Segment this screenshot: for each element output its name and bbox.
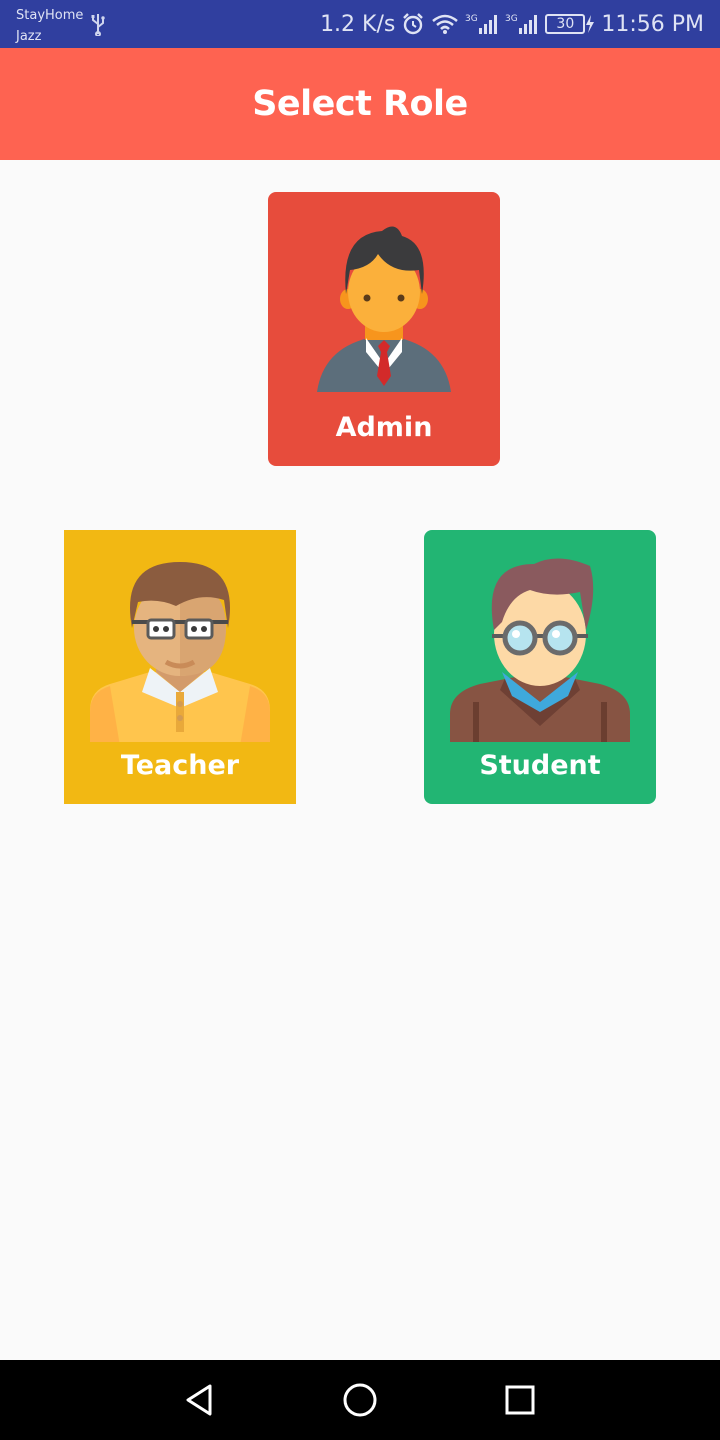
app-bar: Select Role [0,48,720,160]
signal-icon: 3G [505,14,538,34]
student-avatar-icon [450,558,630,742]
role-card-student[interactable]: Student [424,530,656,804]
back-icon[interactable] [180,1380,220,1420]
role-label-teacher: Teacher [120,750,240,781]
recents-icon[interactable] [500,1380,540,1420]
wifi-icon [432,14,459,34]
clock: 11:56 PM [601,11,704,37]
usb-icon [91,14,105,36]
admin-avatar-icon [317,226,451,392]
role-label-admin: Admin [335,412,433,443]
teacher-avatar-icon [90,562,270,742]
net-speed: 1.2 K/s [320,11,396,37]
role-card-admin[interactable]: Admin [268,192,500,466]
network-label-1: 3G [465,14,478,24]
carrier-line1: StayHome [16,8,84,23]
home-icon[interactable] [340,1380,380,1420]
alarm-icon [403,13,424,35]
carrier-info: StayHome Jazz [16,5,83,47]
status-indicators: 1.2 K/s 3G 3G 30 11:56 PM [320,8,704,40]
network-label-2: 3G [505,14,518,24]
role-card-teacher[interactable]: Teacher [64,530,296,804]
carrier-line2: Jazz [16,29,42,44]
page-title: Select Role [252,84,468,124]
role-label-student: Student [479,750,601,781]
battery-icon: 30 [545,14,595,34]
navigation-bar [0,1360,720,1440]
battery-level: 30 [545,14,586,34]
status-bar: StayHome Jazz 1.2 K/s 3G 3G 30 11:56 PM [0,0,720,48]
signal-icon: 3G [465,14,498,34]
